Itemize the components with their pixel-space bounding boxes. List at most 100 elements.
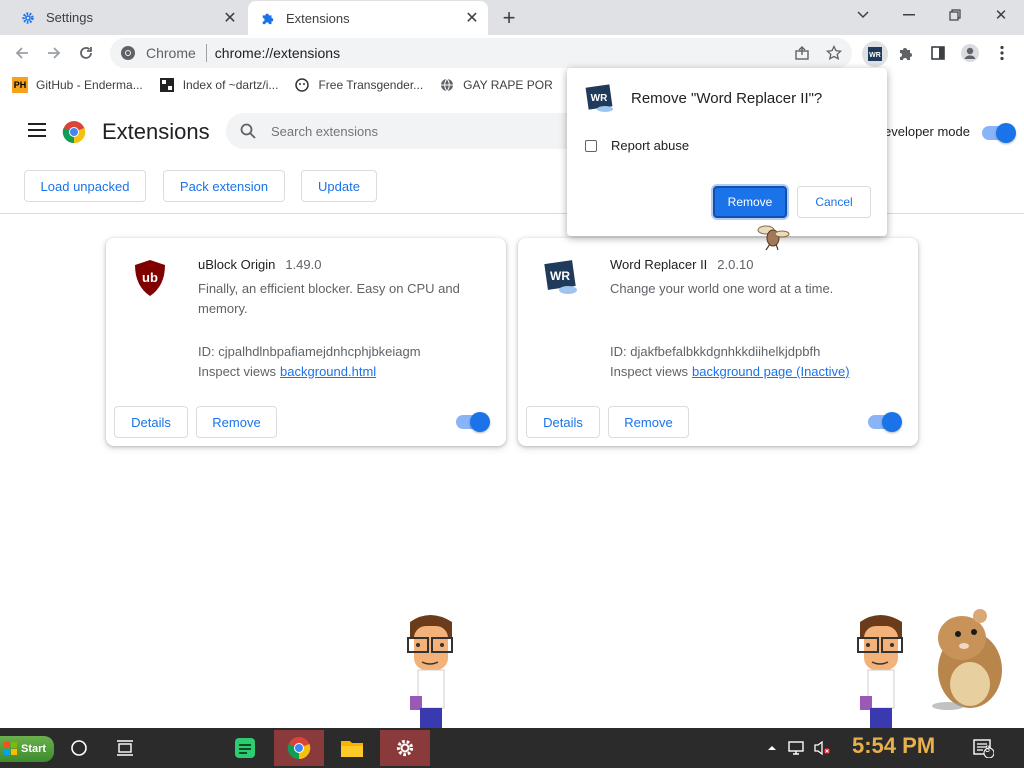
omnibox-divider [205, 44, 207, 62]
bookmark-label: Index of ~dartz/i... [182, 78, 279, 92]
tab-search-icon[interactable] [840, 0, 886, 30]
reload-icon[interactable] [72, 39, 100, 67]
profile-avatar-icon[interactable] [958, 41, 982, 65]
inspect-link[interactable]: background.html [280, 364, 376, 379]
extension-id: ID: cjpalhdlnbpafiamejdnhcphjbkeiagm [198, 344, 421, 359]
back-icon[interactable] [8, 39, 36, 67]
remove-button[interactable]: Remove [196, 406, 277, 438]
word-replacer-icon: WR [585, 84, 615, 114]
globe-icon [439, 77, 455, 93]
url-text: chrome://extensions [214, 45, 341, 61]
network-icon[interactable] [784, 730, 808, 766]
search-circle-icon[interactable] [64, 730, 94, 766]
svg-text:WR: WR [869, 52, 881, 59]
svg-text:WR: WR [591, 93, 608, 104]
close-window-icon[interactable]: ✕ [978, 0, 1024, 30]
restore-icon[interactable] [932, 0, 978, 30]
inspect-link[interactable]: background page (Inactive) [692, 364, 850, 379]
details-button[interactable]: Details [526, 406, 600, 438]
extension-card-word-replacer: WR Word Replacer II 2.0.10 Change your wo… [518, 238, 918, 446]
word-replacer-icon: WR [544, 258, 580, 298]
start-button[interactable]: Start [0, 736, 54, 762]
report-abuse-checkbox[interactable] [585, 140, 597, 152]
extensions-puzzle-icon[interactable] [894, 41, 918, 65]
close-icon[interactable]: ✕ [220, 8, 240, 28]
ph-logo-icon: PH [12, 77, 28, 93]
bookmark-item[interactable]: PH GitHub - Enderma... [12, 71, 143, 99]
forward-icon[interactable] [40, 39, 68, 67]
notes-app-icon[interactable] [230, 730, 260, 766]
bee-cursor-icon [756, 222, 790, 257]
bookmark-label: GAY RAPE POR [463, 78, 553, 92]
share-icon[interactable] [790, 41, 814, 65]
toggle-knob [996, 123, 1016, 143]
word-replacer-toolbar-icon[interactable]: WR [862, 41, 888, 67]
bookmark-item[interactable]: Index of ~dartz/i... [159, 71, 279, 99]
tab-settings[interactable]: Settings ✕ [8, 0, 246, 35]
dialog-remove-button[interactable]: Remove [713, 186, 787, 218]
enable-toggle[interactable] [456, 412, 490, 432]
load-unpacked-button[interactable]: Load unpacked [24, 170, 146, 202]
menu-kebab-icon[interactable] [990, 41, 1014, 65]
inspect-views: Inspect views background.html [198, 364, 376, 379]
chrome-site-icon[interactable] [118, 43, 138, 63]
pack-extension-button[interactable]: Pack extension [163, 170, 285, 202]
enable-toggle[interactable] [868, 412, 902, 432]
task-view-icon[interactable] [110, 730, 140, 766]
extension-name: uBlock Origin [198, 257, 276, 272]
hamster-desktop-pet[interactable] [918, 604, 1008, 717]
chrome-logo-icon [62, 120, 86, 144]
tray-chevron-up-icon[interactable] [764, 730, 780, 766]
minimize-icon[interactable] [886, 0, 932, 30]
remove-button[interactable]: Remove [608, 406, 689, 438]
extension-description: Finally, an efficient blocker. Easy on C… [198, 281, 460, 316]
bookmark-label: GitHub - Enderma... [36, 78, 143, 92]
extension-card-ublock: ub uBlock Origin 1.49.0 Finally, an effic… [106, 238, 506, 446]
extension-name-row: Word Replacer II 2.0.10 [610, 257, 753, 272]
search-icon [238, 121, 258, 141]
notification-count: 3 [985, 744, 991, 754]
tab-label: Extensions [286, 10, 350, 26]
bookmark-item[interactable]: GAY RAPE POR [439, 71, 553, 99]
taskbar-chrome-button[interactable] [274, 730, 324, 766]
details-button[interactable]: Details [114, 406, 188, 438]
search-input[interactable] [271, 123, 571, 139]
side-panel-icon[interactable] [926, 41, 950, 65]
inspect-label: Inspect views [610, 364, 689, 379]
extension-description: Change your world one word at a time. [610, 281, 834, 296]
extension-name: Word Replacer II [610, 257, 708, 272]
file-explorer-icon[interactable] [330, 730, 374, 766]
developer-mode-toggle[interactable] [982, 123, 1016, 143]
taskbar-settings-button[interactable] [380, 730, 430, 766]
volume-muted-icon[interactable] [810, 730, 834, 766]
tab-label: Settings [46, 10, 93, 25]
hank-hill-desktop-pet-right[interactable] [850, 612, 910, 733]
ublock-shield-icon: ub [132, 258, 168, 298]
face-icon [294, 77, 310, 93]
gear-icon [20, 10, 36, 26]
extension-version: 1.49.0 [285, 257, 322, 272]
taskbar-clock[interactable]: 5:54 PM [852, 733, 935, 759]
dialog-cancel-button[interactable]: Cancel [797, 186, 871, 218]
new-tab-button[interactable]: + [496, 5, 522, 31]
toggle-knob [882, 412, 902, 432]
address-bar[interactable]: Chrome chrome://extensions [110, 38, 852, 68]
tab-extensions[interactable]: Extensions ✕ [248, 1, 488, 35]
extension-name-row: uBlock Origin 1.49.0 [198, 257, 321, 272]
bookmark-star-icon[interactable] [822, 41, 846, 65]
remove-extension-dialog: WR Remove "Word Replacer II"? Report abu… [567, 68, 887, 236]
report-abuse-label[interactable]: Report abuse [611, 138, 689, 153]
notifications-icon[interactable]: 3 [968, 730, 998, 766]
page-title: Extensions [102, 119, 210, 144]
developer-mode-label: eveloper mode [884, 124, 970, 139]
hank-hill-desktop-pet-left[interactable] [400, 612, 460, 733]
bookmark-label: Free Transgender... [318, 78, 424, 92]
start-label: Start [21, 743, 47, 755]
svg-text:ub: ub [142, 270, 158, 285]
bookmark-item[interactable]: Free Transgender... [294, 71, 423, 99]
close-icon[interactable]: ✕ [462, 8, 482, 28]
inspect-label: Inspect views [198, 364, 277, 379]
hamburger-menu-icon[interactable] [28, 123, 46, 137]
index-icon [159, 77, 175, 93]
update-button[interactable]: Update [301, 170, 377, 202]
